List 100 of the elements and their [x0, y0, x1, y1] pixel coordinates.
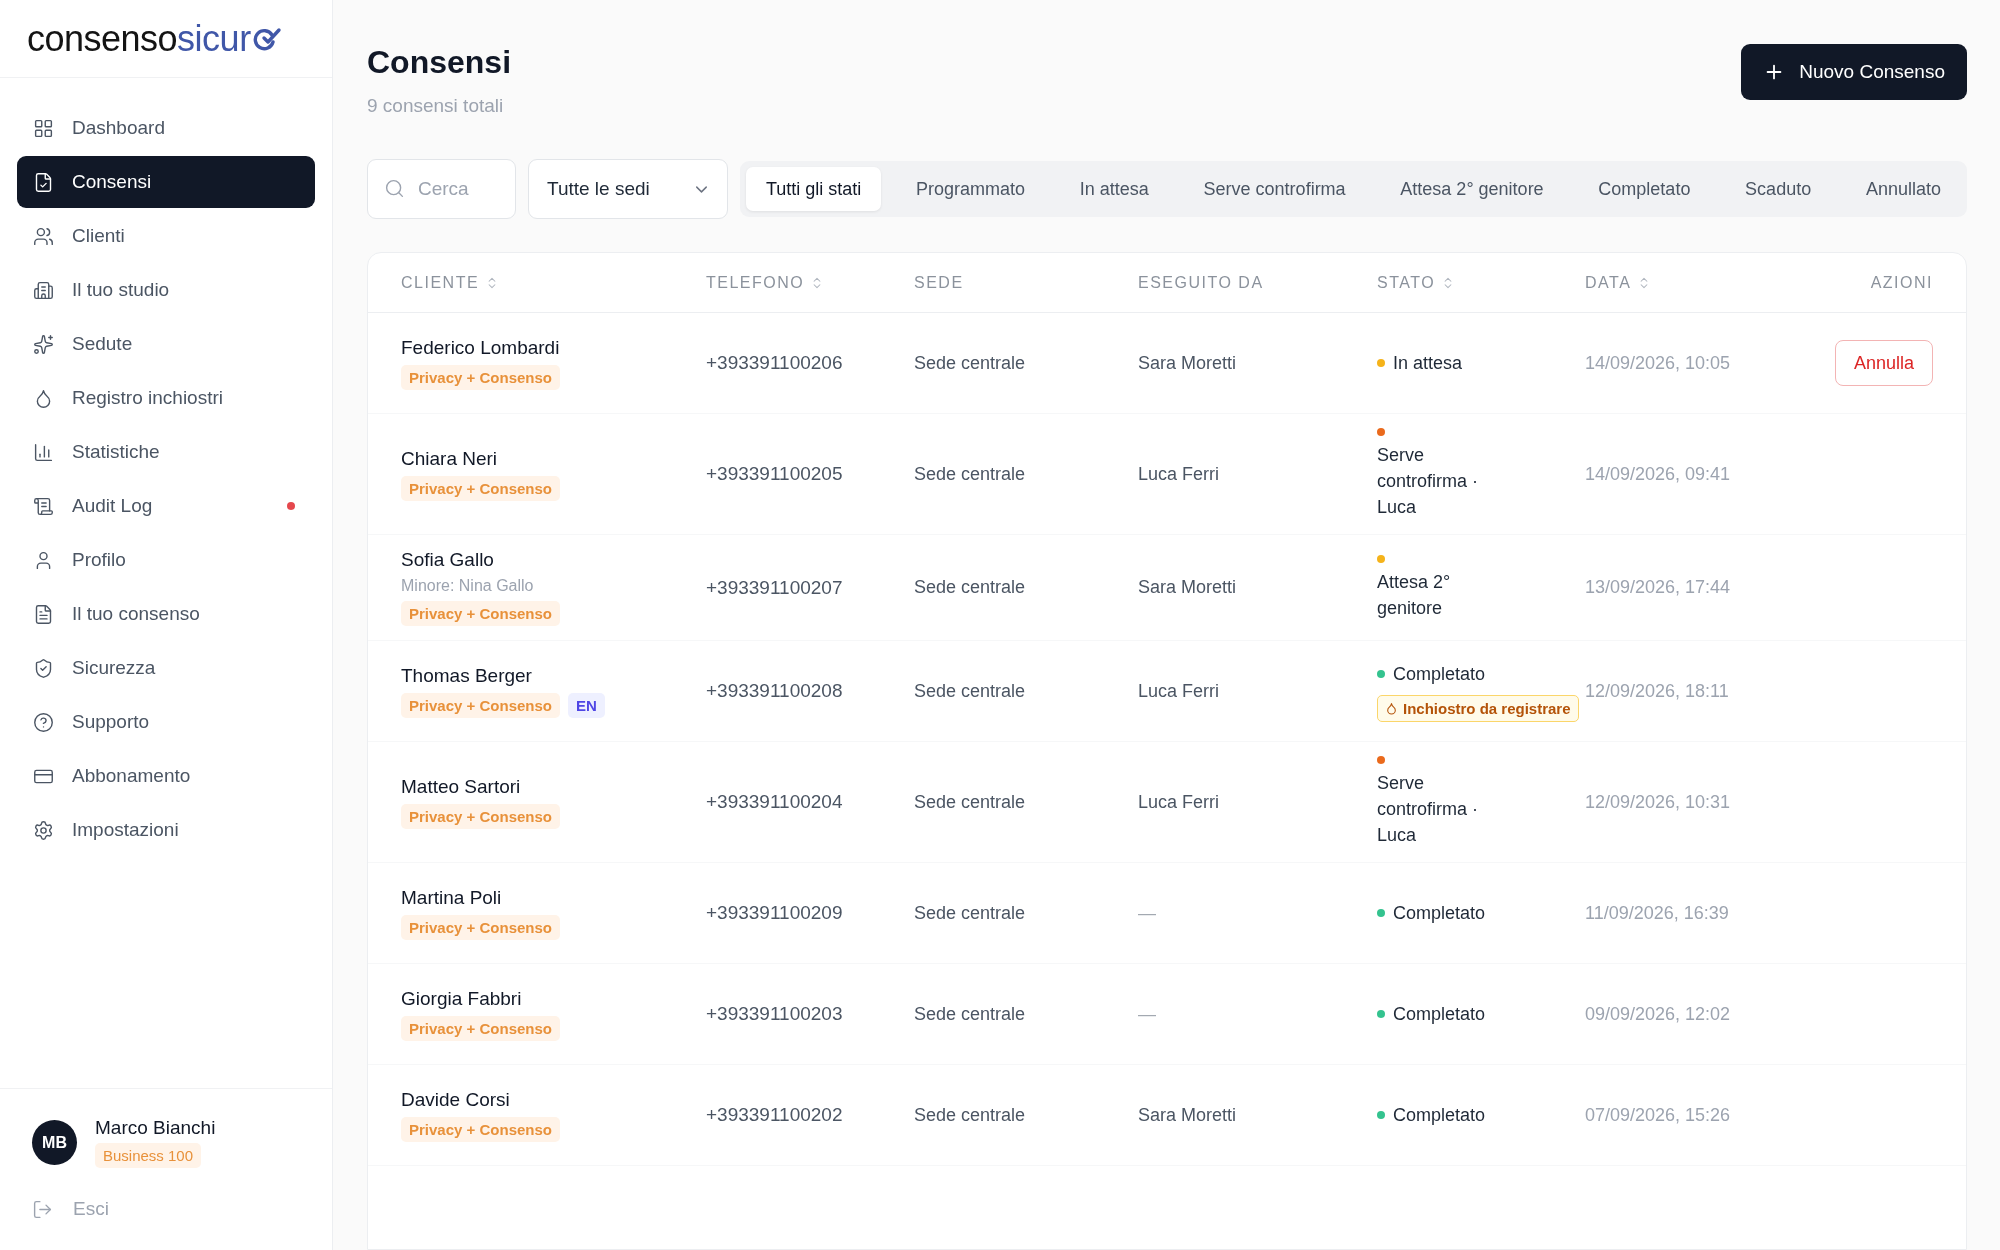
- sidebar-item[interactable]: Statistiche: [17, 426, 315, 478]
- status-tab[interactable]: Attesa 2° genitore: [1380, 167, 1564, 211]
- date-text: 13/09/2026, 17:44: [1585, 577, 1731, 597]
- date-text: 09/09/2026, 12:02: [1585, 1003, 1731, 1024]
- performer-name: Sara Moretti: [1138, 352, 1237, 373]
- status-tab[interactable]: Completato: [1578, 167, 1711, 211]
- performer-name: Sara Moretti: [1138, 577, 1237, 597]
- site-name: Sede centrale: [914, 791, 1026, 812]
- nav-icon: [33, 171, 54, 193]
- site-name: Sede centrale: [914, 1104, 1026, 1125]
- consent-type-tag: Privacy + Consenso: [401, 1116, 560, 1142]
- sidebar-item[interactable]: Clienti: [17, 210, 315, 262]
- new-consent-button[interactable]: Nuovo Consenso: [1741, 44, 1967, 100]
- status-tab[interactable]: Programmato: [896, 167, 1046, 211]
- phone-number: +393391100208: [706, 680, 843, 701]
- date-text: 11/09/2026, 16:39: [1585, 902, 1729, 923]
- phone-number: +393391100202: [706, 1104, 843, 1125]
- phone-number: +393391100204: [706, 791, 843, 812]
- site-name: Sede centrale: [914, 352, 1026, 373]
- date-text: 07/09/2026, 15:26: [1585, 1104, 1731, 1125]
- nav-icon: [33, 603, 54, 625]
- date-text: 12/09/2026, 18:11: [1585, 680, 1729, 701]
- nav-icon: [33, 279, 54, 301]
- site-name: Sede centrale: [914, 902, 1026, 923]
- status-text: Completato: [1393, 902, 1486, 925]
- status-text: Attesa 2° genitore: [1377, 570, 1452, 620]
- phone-number: +393391100206: [706, 352, 843, 373]
- page-title: Consensi: [367, 44, 512, 81]
- client-name: Giorgia Fabbri: [401, 987, 522, 1010]
- status-text: Completato: [1393, 1104, 1486, 1127]
- status-tab[interactable]: Tutti gli stati: [746, 167, 882, 211]
- sidebar-item[interactable]: Abbonamento: [17, 750, 315, 802]
- site-name: Sede centrale: [914, 680, 1026, 701]
- column-header: STATO: [1377, 273, 1436, 292]
- sidebar-item[interactable]: Il tuo studio: [17, 264, 315, 316]
- site-dropdown[interactable]: Tutte le sedi: [528, 159, 728, 219]
- column-header: ESEGUITO DA: [1138, 273, 1264, 292]
- user-name: Marco Bianchi: [95, 1117, 216, 1139]
- status-text: In attesa: [1393, 352, 1463, 375]
- sidebar-item[interactable]: Sicurezza: [17, 642, 315, 694]
- column-header: DATA: [1585, 273, 1632, 292]
- logo-text: consenso: [27, 20, 178, 57]
- logo-mark-icon: [251, 26, 282, 51]
- sidebar-item[interactable]: Audit Log: [17, 480, 315, 532]
- minor-name: Minore: Nina Gallo: [401, 577, 534, 595]
- status-text: Serve controfirma · Luca: [1377, 772, 1480, 847]
- user-avatar: MB: [32, 1120, 77, 1165]
- consent-type-tag: Privacy + Consenso: [401, 601, 560, 626]
- search-field[interactable]: Cerca: [367, 159, 516, 219]
- status-text: Completato: [1393, 662, 1486, 686]
- performer-name: Luca Ferri: [1138, 791, 1220, 812]
- consent-type-tag: Privacy + Consenso: [401, 1015, 560, 1041]
- sidebar-item[interactable]: Consensi: [17, 156, 315, 208]
- sidebar-item[interactable]: Dashboard: [17, 102, 315, 154]
- status-text: Serve controfirma · Luca: [1377, 444, 1480, 519]
- nav-icon: [33, 711, 54, 733]
- consent-type-tag: Privacy + Consenso: [401, 364, 560, 390]
- nav-icon: [33, 657, 54, 679]
- search-icon: [384, 178, 405, 199]
- empty-dash: —: [1138, 1003, 1156, 1024]
- phone-number: +393391100209: [706, 902, 843, 923]
- client-name: Sofia Gallo: [401, 549, 494, 571]
- status-tab[interactable]: Annullato: [1845, 167, 1961, 211]
- sidebar-item[interactable]: Sedute: [17, 318, 315, 370]
- sidebar-item[interactable]: Supporto: [17, 696, 315, 748]
- consent-type-tag: Privacy + Consenso: [401, 914, 560, 940]
- site-name: Sede centrale: [914, 577, 1026, 597]
- nav-icon: [33, 117, 54, 139]
- consent-type-tag: Privacy + Consenso: [401, 803, 560, 829]
- column-header: SEDE: [914, 273, 964, 292]
- status-tab[interactable]: Serve controfirma: [1183, 167, 1366, 211]
- ink-warning-badge: Inchiostro da registrare: [1377, 694, 1579, 722]
- plan-badge: Business 100: [95, 1143, 202, 1168]
- nav-icon: [33, 819, 54, 841]
- language-tag: EN: [568, 692, 605, 718]
- status-text: Completato: [1393, 1003, 1486, 1026]
- sidebar-item[interactable]: Il tuo consenso: [17, 588, 315, 640]
- sidebar-item[interactable]: Impostazioni: [17, 804, 315, 856]
- consent-type-tag: Privacy + Consenso: [401, 692, 560, 718]
- nav-icon: [33, 333, 54, 355]
- client-name: Thomas Berger: [401, 664, 532, 687]
- performer-name: Luca Ferri: [1138, 680, 1220, 701]
- phone-number: +393391100205: [706, 463, 843, 484]
- cancel-button[interactable]: Annulla: [1834, 340, 1933, 386]
- performer-name: Sara Moretti: [1138, 1104, 1237, 1125]
- nav-icon: [33, 441, 54, 463]
- site-name: Sede centrale: [914, 1003, 1026, 1024]
- page-subtitle: 9 consensi totali: [367, 95, 505, 117]
- phone-number: +393391100203: [706, 1003, 843, 1024]
- performer-name: Luca Ferri: [1138, 463, 1220, 484]
- consent-type-tag: Privacy + Consenso: [401, 475, 560, 501]
- sidebar-item[interactable]: Registro inchiostri: [17, 372, 315, 424]
- sidebar-item[interactable]: Profilo: [17, 534, 315, 586]
- status-tab[interactable]: Scaduto: [1725, 167, 1832, 211]
- client-name: Federico Lombardi: [401, 336, 560, 359]
- date-text: 14/09/2026, 10:05: [1585, 352, 1731, 373]
- logout-icon: [32, 1198, 53, 1220]
- nav-icon: [33, 495, 54, 517]
- column-header: AZIONI: [1870, 273, 1933, 292]
- status-tab[interactable]: In attesa: [1059, 167, 1169, 211]
